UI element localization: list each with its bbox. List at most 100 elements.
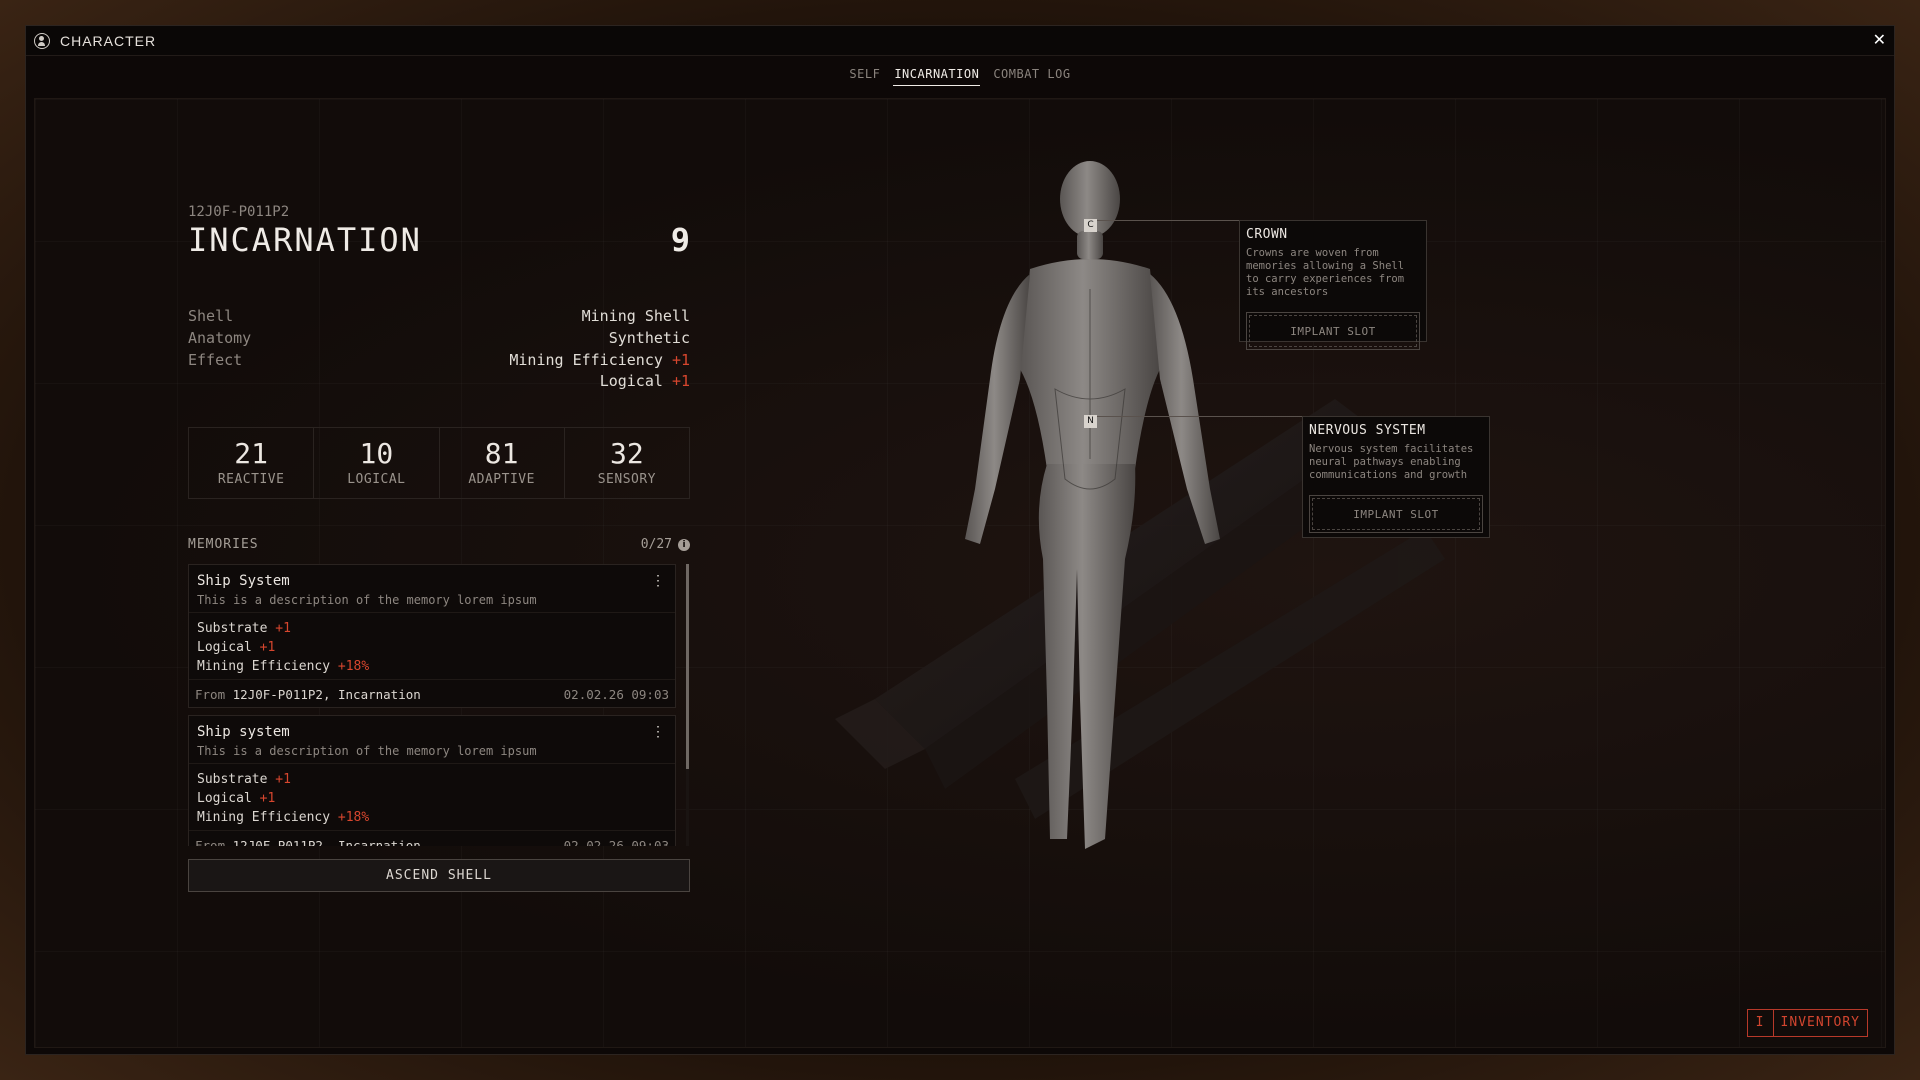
effect-name: Logical xyxy=(197,791,252,806)
effect-name: Logical xyxy=(197,640,252,655)
main-panel: 12J0F-P011P2 INCARNATION 9 Shell Mining … xyxy=(34,98,1886,1048)
tab-bar: SELF INCARNATION COMBAT LOG xyxy=(26,63,1894,86)
title-bar: CHARACTER ✕ xyxy=(26,26,1894,56)
memory-card[interactable]: Ship system This is a description of the… xyxy=(188,715,676,846)
stat-adaptive: 81 ADAPTIVE xyxy=(440,428,565,498)
attr-value: Mining Shell xyxy=(581,307,690,325)
effect-name: Substrate xyxy=(197,621,268,636)
memories-list[interactable]: Ship System This is a description of the… xyxy=(188,564,690,846)
stat-value: 81 xyxy=(484,437,519,470)
memory-date: 02.02.26 09:03 xyxy=(563,687,669,702)
memory-effect: Logical +1 xyxy=(197,789,667,808)
crown-leader-line xyxy=(1097,220,1239,221)
nervous-system-callout: NERVOUS SYSTEM Nervous system facilitate… xyxy=(1302,416,1490,538)
memory-card-header: Ship System This is a description of the… xyxy=(189,565,675,613)
effect-mod: +1 xyxy=(275,772,291,787)
crown-marker[interactable]: C xyxy=(1084,219,1097,232)
effect-name: Substrate xyxy=(197,772,268,787)
kebab-menu-icon[interactable]: ⋮ xyxy=(651,724,665,740)
effect-name: Mining Efficiency xyxy=(509,351,663,369)
memory-effect: Mining Efficiency +18% xyxy=(197,808,667,827)
attr-value: Mining Efficiency +1 xyxy=(509,351,690,369)
stat-value: 10 xyxy=(359,437,394,470)
memories-title: MEMORIES xyxy=(188,537,259,552)
stat-label: SENSORY xyxy=(597,472,657,487)
page-title: INCARNATION xyxy=(188,221,422,259)
crown-description: Crowns are woven from memories allowing … xyxy=(1246,247,1405,298)
memory-date: 02.02.26 09:03 xyxy=(563,838,669,846)
memory-effect: Substrate +1 xyxy=(197,619,667,638)
info-icon[interactable]: i xyxy=(678,538,690,551)
memory-description: This is a description of the memory lore… xyxy=(197,744,537,758)
effect-name: Mining Efficiency xyxy=(197,810,331,825)
effect-mod: +1 xyxy=(259,791,276,806)
memory-card-header: Ship system This is a description of the… xyxy=(189,716,675,764)
memory-effects: Substrate +1 Logical +1 Mining Efficienc… xyxy=(189,764,675,830)
shell-viewer[interactable]: C CROWN Crowns are woven from memories a… xyxy=(815,139,1535,899)
character-window: CHARACTER ✕ SELF INCARNATION COMBAT LOG … xyxy=(25,25,1895,1055)
stat-label: LOGICAL xyxy=(347,472,406,487)
from-label: From xyxy=(195,687,226,702)
crown-implant-slot[interactable]: IMPLANT SLOT xyxy=(1246,312,1420,350)
attr-value: Synthetic xyxy=(608,329,690,347)
stat-reactive: 21 REACTIVE xyxy=(189,428,315,498)
inventory-button[interactable]: I INVENTORY xyxy=(1746,1009,1868,1037)
effect-mod: +1 xyxy=(275,621,291,636)
window-title: CHARACTER xyxy=(60,32,157,49)
effect-mod: +1 xyxy=(671,351,690,369)
from-value: 12J0F-P011P2, Incarnation xyxy=(232,838,421,846)
attr-value: Logical +1 xyxy=(600,372,690,390)
memory-effect: Logical +1 xyxy=(197,638,667,657)
stat-value: 32 xyxy=(610,437,644,470)
memory-effect: Mining Efficiency +18% xyxy=(197,657,667,676)
effect-name: Mining Efficiency xyxy=(197,659,331,674)
ascend-shell-button[interactable]: ASCEND SHELL xyxy=(188,859,690,892)
memories-count-value: 0/27 xyxy=(640,537,672,552)
attr-label: Anatomy xyxy=(188,329,252,347)
attr-label: Shell xyxy=(188,307,234,325)
effect-mod: +18% xyxy=(337,810,370,825)
tab-incarnation[interactable]: INCARNATION xyxy=(893,63,981,86)
memory-footer: From 12J0F-P011P2, Incarnation 02.02.26 … xyxy=(189,679,675,707)
tab-combat-log[interactable]: COMBAT LOG xyxy=(992,63,1071,86)
memory-name: Ship System xyxy=(197,573,290,589)
shell-id: 12J0F-P011P2 xyxy=(188,204,290,220)
stat-sensory: 32 SENSORY xyxy=(565,428,689,498)
memories-header: MEMORIES 0/27 i xyxy=(188,537,690,552)
nervous-implant-slot[interactable]: IMPLANT SLOT xyxy=(1309,495,1483,533)
scrollbar-thumb[interactable] xyxy=(686,564,689,769)
stat-label: ADAPTIVE xyxy=(468,472,535,487)
from-value: 12J0F-P011P2, Incarnation xyxy=(232,687,421,702)
from-label: From xyxy=(195,838,226,846)
memory-footer: From 12J0F-P011P2, Incarnation 02.02.26 … xyxy=(189,830,675,846)
stat-value: 21 xyxy=(234,437,268,470)
effect-mod: +1 xyxy=(671,372,690,390)
close-icon[interactable]: ✕ xyxy=(1873,30,1886,49)
effect-mod: +18% xyxy=(337,659,370,674)
nervous-leader-line xyxy=(1097,416,1302,417)
memory-effects: Substrate +1 Logical +1 Mining Efficienc… xyxy=(189,613,675,679)
inventory-hotkey: I xyxy=(1748,1010,1774,1036)
nervous-description: Nervous system facilitates neural pathwa… xyxy=(1309,443,1474,481)
incarnation-number: 9 xyxy=(670,221,690,259)
crown-callout: CROWN Crowns are woven from memories all… xyxy=(1239,220,1427,350)
crown-title: CROWN xyxy=(1246,227,1288,242)
kebab-menu-icon[interactable]: ⋮ xyxy=(651,573,665,589)
nervous-title: NERVOUS SYSTEM xyxy=(1309,423,1426,438)
stats-grid: 21 REACTIVE 10 LOGICAL 81 ADAPTIVE 32 SE… xyxy=(188,427,690,499)
attr-label: Effect xyxy=(188,351,243,369)
memory-name: Ship system xyxy=(197,724,290,740)
tab-self[interactable]: SELF xyxy=(848,63,881,86)
effect-mod: +1 xyxy=(259,640,276,655)
memories-scrollbar[interactable] xyxy=(686,564,689,846)
stat-label: REACTIVE xyxy=(217,472,285,487)
memories-count: 0/27 i xyxy=(641,537,690,552)
character-icon xyxy=(34,32,50,49)
nervous-system-marker[interactable]: N xyxy=(1084,415,1097,428)
memory-effect: Substrate +1 xyxy=(197,770,667,789)
memory-card[interactable]: Ship System This is a description of the… xyxy=(188,564,676,708)
memory-description: This is a description of the memory lore… xyxy=(197,593,537,607)
effect-name: Logical xyxy=(599,372,663,390)
inventory-label: INVENTORY xyxy=(1780,1015,1860,1030)
stat-logical: 10 LOGICAL xyxy=(314,428,440,498)
